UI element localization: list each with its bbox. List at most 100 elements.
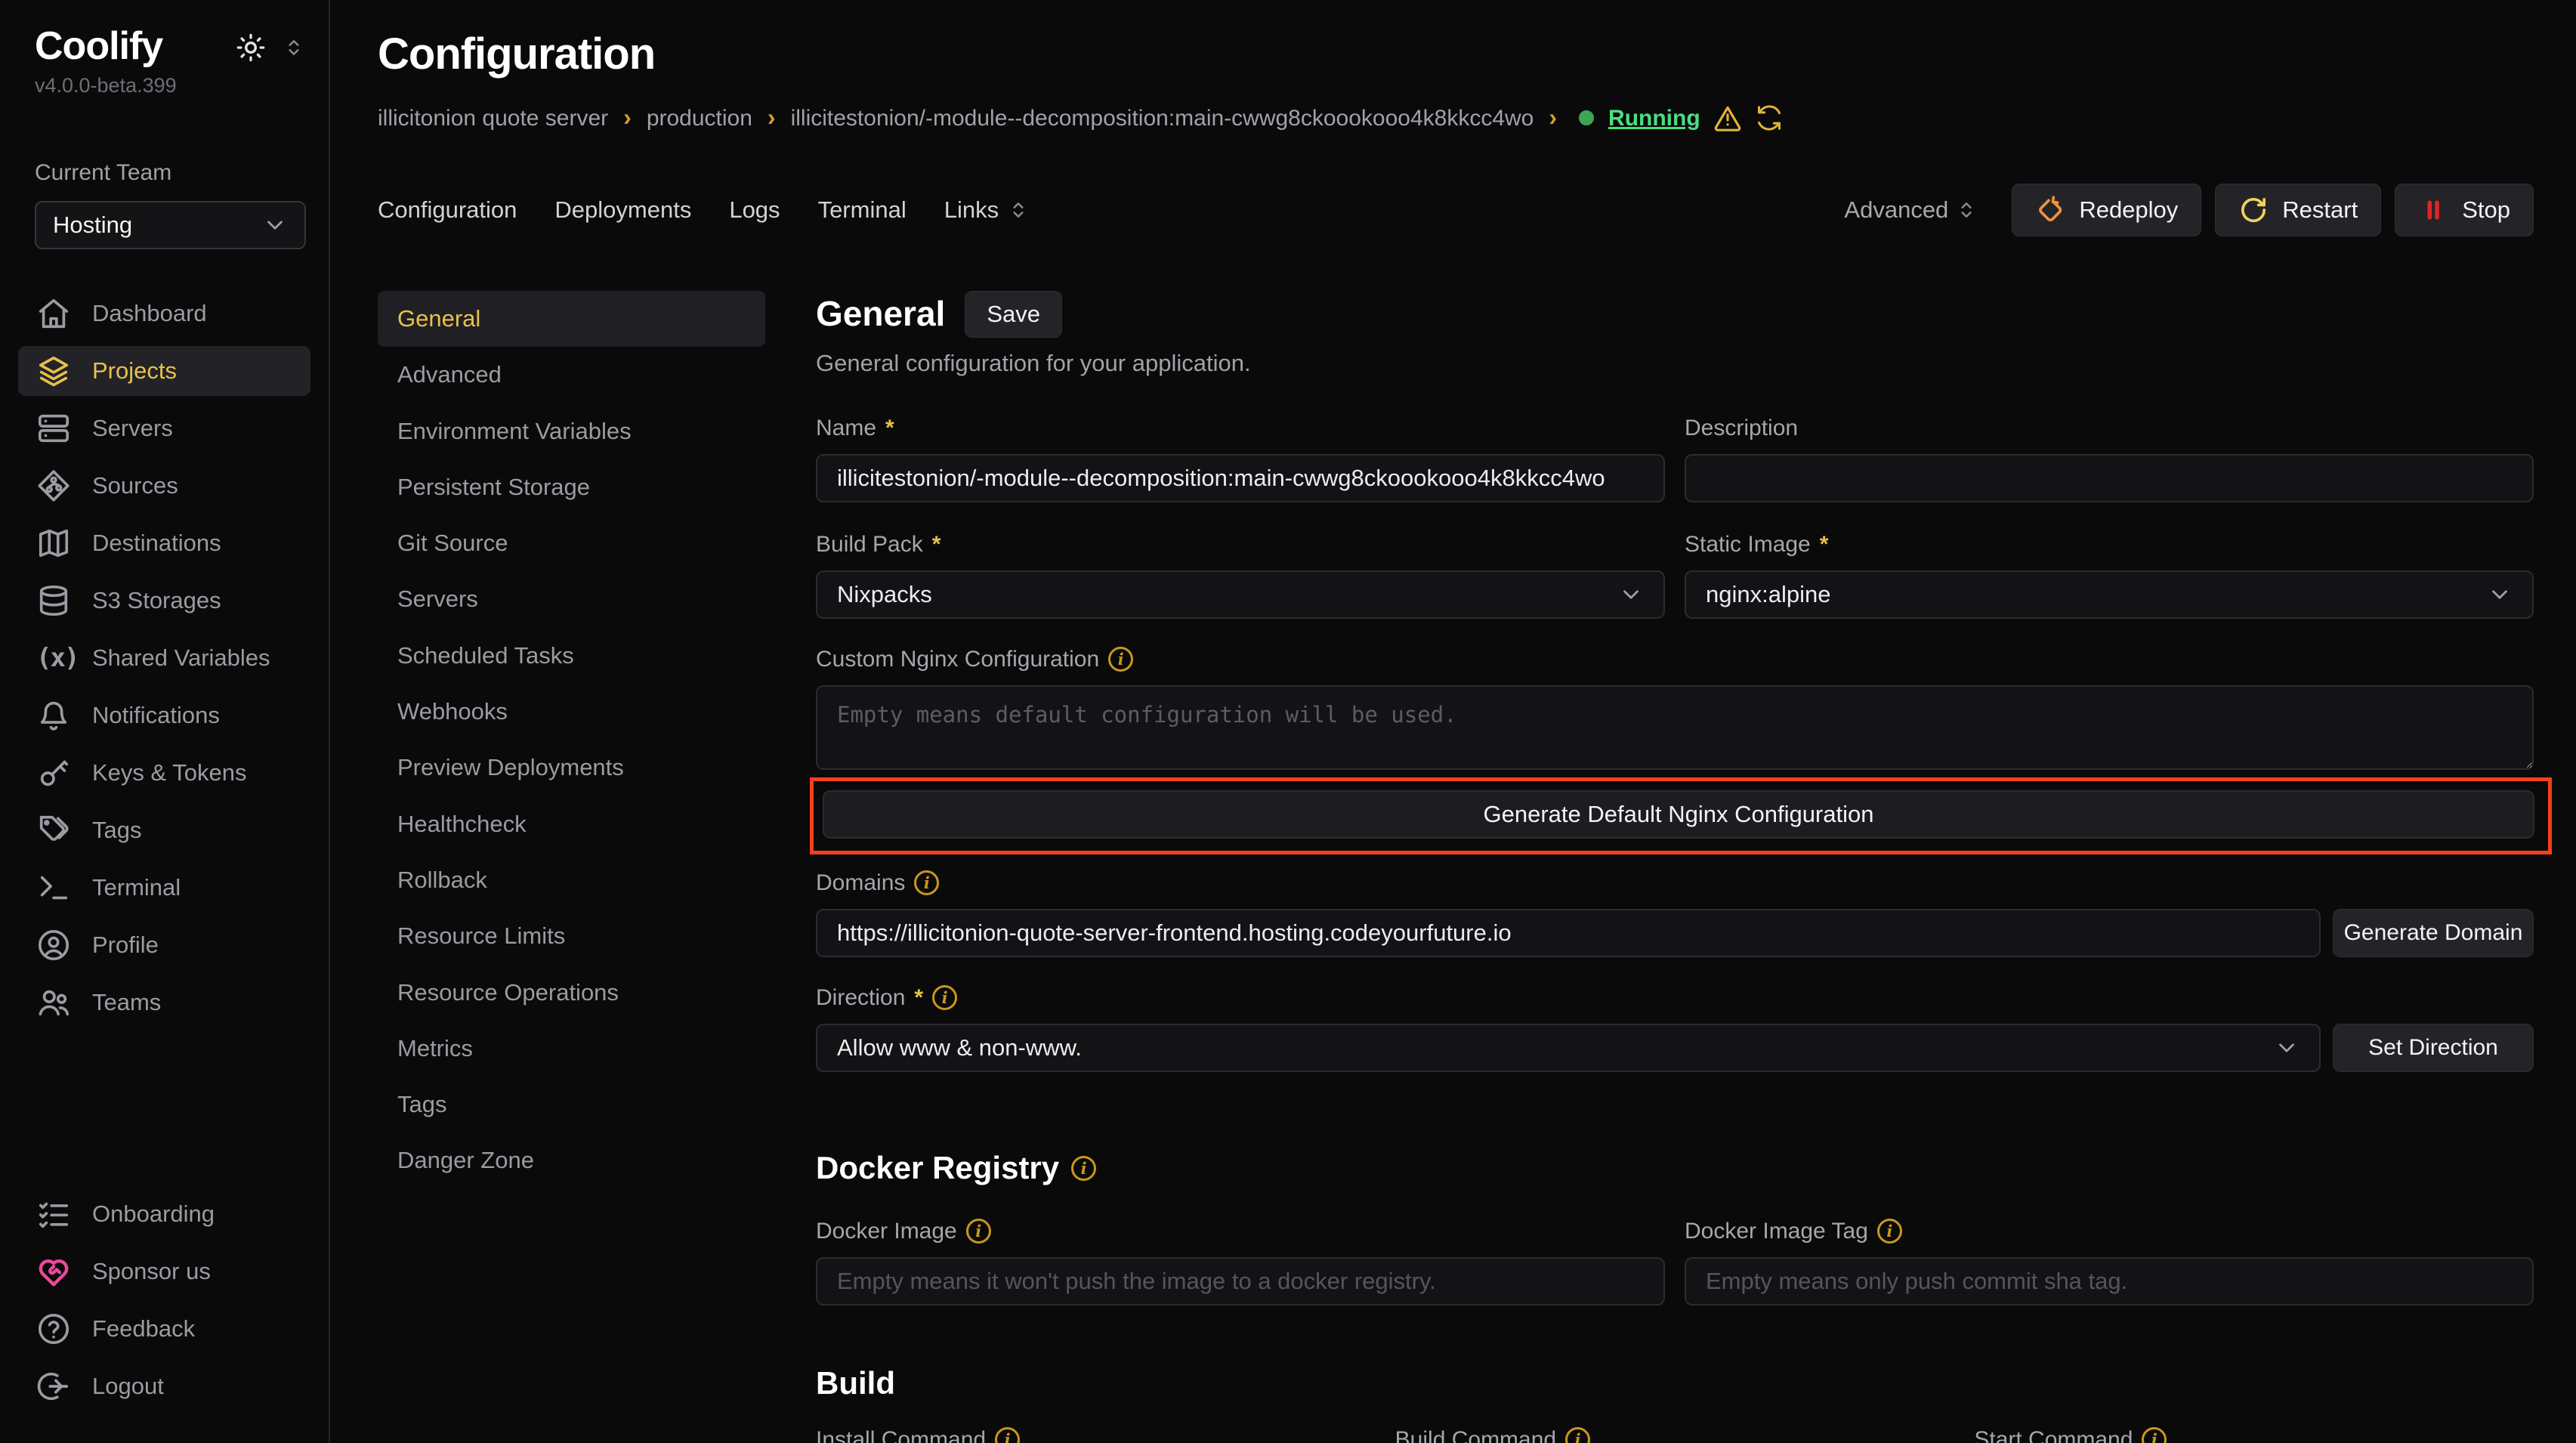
sidebar-item-sources[interactable]: Sources bbox=[18, 461, 310, 511]
breadcrumb-separator: › bbox=[623, 102, 632, 134]
info-icon[interactable]: i bbox=[1071, 1156, 1096, 1181]
info-icon[interactable]: i bbox=[1565, 1427, 1590, 1443]
page-header: Configuration illicitonion quote server … bbox=[378, 26, 2534, 134]
subnav-item-tags[interactable]: Tags bbox=[378, 1077, 765, 1132]
sun-theme-icon[interactable] bbox=[235, 32, 267, 63]
sidebar-item-s3-storages[interactable]: S3 Storages bbox=[18, 576, 310, 626]
restart-icon bbox=[2238, 195, 2269, 225]
map-icon bbox=[36, 526, 71, 561]
description-input[interactable] bbox=[1685, 454, 2534, 502]
docker-image-input[interactable] bbox=[816, 1257, 1665, 1305]
info-icon[interactable]: i bbox=[1877, 1219, 1902, 1244]
redeploy-icon bbox=[2035, 195, 2065, 225]
info-icon[interactable]: i bbox=[914, 870, 939, 895]
subnav-item-preview-deployments[interactable]: Preview Deployments bbox=[378, 740, 765, 796]
name-input[interactable] bbox=[816, 454, 1665, 502]
subnav-item-servers[interactable]: Servers bbox=[378, 571, 765, 627]
subnav-item-advanced[interactable]: Advanced bbox=[378, 347, 765, 403]
sidebar-item-teams[interactable]: Teams bbox=[18, 978, 310, 1027]
save-button[interactable]: Save bbox=[965, 291, 1062, 338]
build-pack-label: Build Pack bbox=[816, 530, 923, 559]
build-pack-select[interactable]: Nixpacks bbox=[816, 570, 1665, 619]
subnav-item-general[interactable]: General bbox=[378, 291, 765, 347]
sidebar-item-notifications[interactable]: Notifications bbox=[18, 691, 310, 740]
restart-button[interactable]: Restart bbox=[2215, 184, 2381, 236]
warning-triangle-icon[interactable] bbox=[1713, 103, 1743, 133]
sidebar-item-shared-variables[interactable]: (x) Shared Variables bbox=[18, 633, 310, 683]
stop-button[interactable]: Stop bbox=[2395, 184, 2534, 236]
tab-deployments[interactable]: Deployments bbox=[554, 195, 691, 225]
generate-nginx-config-button[interactable]: Generate Default Nginx Configuration bbox=[823, 790, 2534, 839]
redeploy-button[interactable]: Redeploy bbox=[2012, 184, 2201, 236]
sidebar-item-destinations[interactable]: Destinations bbox=[18, 518, 310, 568]
section-subtitle: General configuration for your applicati… bbox=[816, 348, 2534, 379]
database-icon bbox=[36, 583, 71, 618]
settings-subnav: General Advanced Environment Variables P… bbox=[378, 291, 765, 1443]
key-icon bbox=[36, 755, 71, 790]
subnav-item-danger-zone[interactable]: Danger Zone bbox=[378, 1132, 765, 1188]
subnav-item-scheduled-tasks[interactable]: Scheduled Tasks bbox=[378, 628, 765, 684]
sidebar-item-projects[interactable]: Projects bbox=[18, 346, 310, 396]
tab-links[interactable]: Links bbox=[944, 195, 1030, 225]
info-icon[interactable]: i bbox=[966, 1219, 991, 1244]
domains-input[interactable] bbox=[816, 909, 2321, 957]
logout-icon bbox=[36, 1369, 71, 1404]
subnav-item-rollback[interactable]: Rollback bbox=[378, 852, 765, 908]
direction-select[interactable]: Allow www & non-www. bbox=[816, 1024, 2321, 1072]
heart-hands-icon bbox=[36, 1254, 71, 1289]
advanced-dropdown[interactable]: Advanced bbox=[1844, 195, 1978, 225]
description-label: Description bbox=[1685, 413, 1798, 443]
sidebar-item-profile[interactable]: Profile bbox=[18, 920, 310, 970]
subnav-item-environment-variables[interactable]: Environment Variables bbox=[378, 403, 765, 459]
help-circle-icon bbox=[36, 1312, 71, 1346]
subnav-item-git-source[interactable]: Git Source bbox=[378, 515, 765, 571]
sidebar-item-dashboard[interactable]: Dashboard bbox=[18, 289, 310, 338]
breadcrumb-environment[interactable]: production bbox=[647, 104, 752, 133]
install-command-label: Install Command bbox=[816, 1425, 986, 1443]
subnav-item-resource-limits[interactable]: Resource Limits bbox=[378, 908, 765, 964]
logo-row: Coolify bbox=[35, 21, 306, 73]
chevron-down-icon bbox=[2274, 1035, 2300, 1061]
sidebar-item-keys-tokens[interactable]: Keys & Tokens bbox=[18, 748, 310, 798]
info-icon[interactable]: i bbox=[995, 1427, 1020, 1443]
variables-icon: (x) bbox=[36, 641, 71, 675]
subnav-item-resource-operations[interactable]: Resource Operations bbox=[378, 965, 765, 1021]
info-icon[interactable]: i bbox=[2142, 1427, 2167, 1443]
set-direction-button[interactable]: Set Direction bbox=[2333, 1024, 2534, 1072]
general-form: General Save General configuration for y… bbox=[816, 291, 2534, 1443]
subnav-item-healthcheck[interactable]: Healthcheck bbox=[378, 796, 765, 852]
sidebar: Coolify v4.0.0-beta.399 Current Team Hos… bbox=[0, 0, 330, 1443]
nginx-config-textarea[interactable] bbox=[816, 685, 2534, 770]
docker-image-tag-input[interactable] bbox=[1685, 1257, 2534, 1305]
sidebar-item-feedback[interactable]: Feedback bbox=[18, 1304, 310, 1354]
subnav-item-webhooks[interactable]: Webhooks bbox=[378, 684, 765, 740]
section-title-build: Build bbox=[816, 1363, 895, 1404]
subnav-item-persistent-storage[interactable]: Persistent Storage bbox=[378, 459, 765, 515]
info-icon[interactable]: i bbox=[1108, 647, 1133, 672]
page-title: Configuration bbox=[378, 26, 2534, 82]
section-title-general: General bbox=[816, 292, 945, 337]
info-icon[interactable]: i bbox=[932, 985, 957, 1010]
server-icon bbox=[36, 411, 71, 446]
status-label[interactable]: Running bbox=[1608, 104, 1700, 133]
tab-terminal[interactable]: Terminal bbox=[818, 195, 907, 225]
breadcrumb-application[interactable]: illicitestonion/-module--decomposition:m… bbox=[791, 104, 1534, 133]
sidebar-item-logout[interactable]: Logout bbox=[18, 1361, 310, 1411]
chevrons-up-down-icon[interactable] bbox=[282, 36, 306, 60]
sidebar-item-servers[interactable]: Servers bbox=[18, 403, 310, 453]
tab-logs[interactable]: Logs bbox=[729, 195, 780, 225]
sidebar-item-onboarding[interactable]: Onboarding bbox=[18, 1189, 310, 1239]
breadcrumb-separator: › bbox=[768, 102, 776, 134]
generate-domain-button[interactable]: Generate Domain bbox=[2333, 909, 2534, 957]
sidebar-item-terminal[interactable]: Terminal bbox=[18, 863, 310, 913]
terminal-icon bbox=[36, 870, 71, 905]
team-select[interactable]: Hosting bbox=[35, 201, 306, 249]
static-image-select[interactable]: nginx:alpine bbox=[1685, 570, 2534, 619]
tab-configuration[interactable]: Configuration bbox=[378, 195, 517, 225]
breadcrumb-project[interactable]: illicitonion quote server bbox=[378, 104, 608, 133]
required-marker: * bbox=[1820, 530, 1829, 559]
refresh-icon[interactable] bbox=[1755, 104, 1784, 132]
sidebar-item-tags[interactable]: Tags bbox=[18, 805, 310, 855]
sidebar-item-sponsor-us[interactable]: Sponsor us bbox=[18, 1247, 310, 1296]
subnav-item-metrics[interactable]: Metrics bbox=[378, 1021, 765, 1077]
